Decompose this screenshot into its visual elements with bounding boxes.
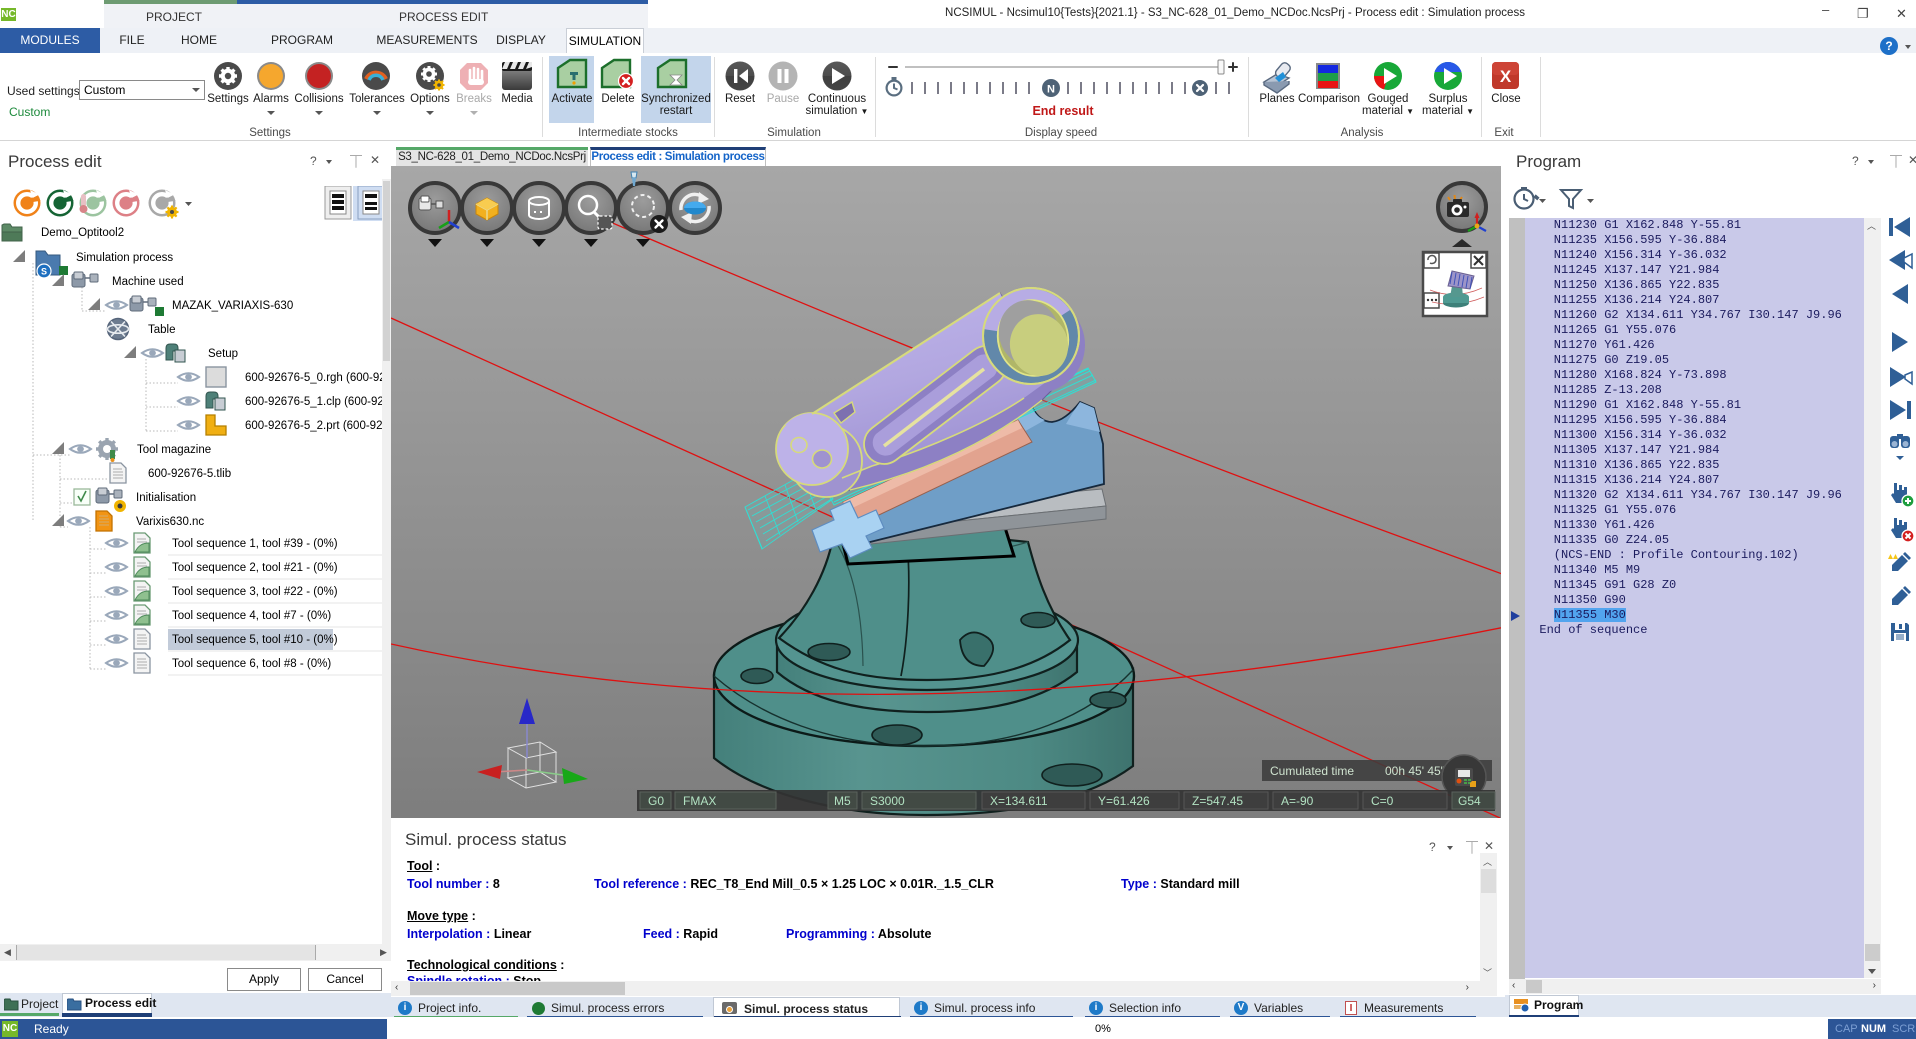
svg-text:Tool magazine: Tool magazine xyxy=(137,444,211,456)
svg-text:600-92676-5_2.prt (600-92676: 600-92676-5_2.prt (600-92676 xyxy=(245,420,391,432)
svg-text:600-92676-5.tlib: 600-92676-5.tlib xyxy=(148,468,231,480)
svg-text:X=134.611: X=134.611 xyxy=(990,794,1048,808)
svg-text:M5: M5 xyxy=(834,794,851,808)
svg-text:Z=547.45: Z=547.45 xyxy=(1192,794,1243,808)
svg-text:Y=61.426: Y=61.426 xyxy=(1098,794,1150,808)
svg-text:G54: G54 xyxy=(1458,794,1481,808)
svg-text:A=-90: A=-90 xyxy=(1281,794,1314,808)
svg-text:Tool sequence 4, tool #7 - (: Tool sequence 4, tool #7 - (0%) xyxy=(172,610,331,622)
svg-text:Simulation process: Simulation process xyxy=(76,252,173,264)
svg-text:600-92676-5_0.rgh (600-9267: 600-92676-5_0.rgh (600-9267 xyxy=(245,372,391,384)
svg-text:Tool sequence 2, tool #21 -: Tool sequence 2, tool #21 - (0%) xyxy=(172,562,338,574)
svg-text:00h 45' 45": 00h 45' 45" xyxy=(1385,764,1445,778)
svg-text:Tool sequence 5, tool #10 -: Tool sequence 5, tool #10 - (0%) xyxy=(172,634,338,646)
svg-text:FMAX: FMAX xyxy=(683,794,716,808)
svg-text:Tool sequence 1, tool #39 -: Tool sequence 1, tool #39 - (0%) xyxy=(172,538,338,550)
svg-text:Cumulated time: Cumulated time xyxy=(1270,764,1354,778)
svg-text:S3000: S3000 xyxy=(870,794,905,808)
svg-text:Tool sequence 3, tool #22 -: Tool sequence 3, tool #22 - (0%) xyxy=(172,586,338,598)
svg-text:S: S xyxy=(41,267,47,277)
svg-text:Varixis630.nc: Varixis630.nc xyxy=(136,516,204,528)
svg-text:Setup: Setup xyxy=(208,348,238,360)
svg-text:MAZAK_VARIAXIS-630: MAZAK_VARIAXIS-630 xyxy=(172,300,293,312)
svg-text:Table: Table xyxy=(148,324,176,336)
svg-text:C=0: C=0 xyxy=(1371,794,1394,808)
svg-text:G0: G0 xyxy=(648,794,664,808)
svg-text:N: N xyxy=(1047,84,1055,96)
svg-text:Initialisation: Initialisation xyxy=(136,492,196,504)
svg-text:600-92676-5_1.clp (600-9267(: 600-92676-5_1.clp (600-9267( xyxy=(245,396,391,408)
svg-text:X: X xyxy=(1500,67,1512,86)
svg-text:Tool sequence 6, tool #8 - (: Tool sequence 6, tool #8 - (0%) xyxy=(172,658,331,670)
svg-text:Machine used: Machine used xyxy=(112,276,184,288)
svg-text:Demo_Optitool2: Demo_Optitool2 xyxy=(41,227,124,239)
